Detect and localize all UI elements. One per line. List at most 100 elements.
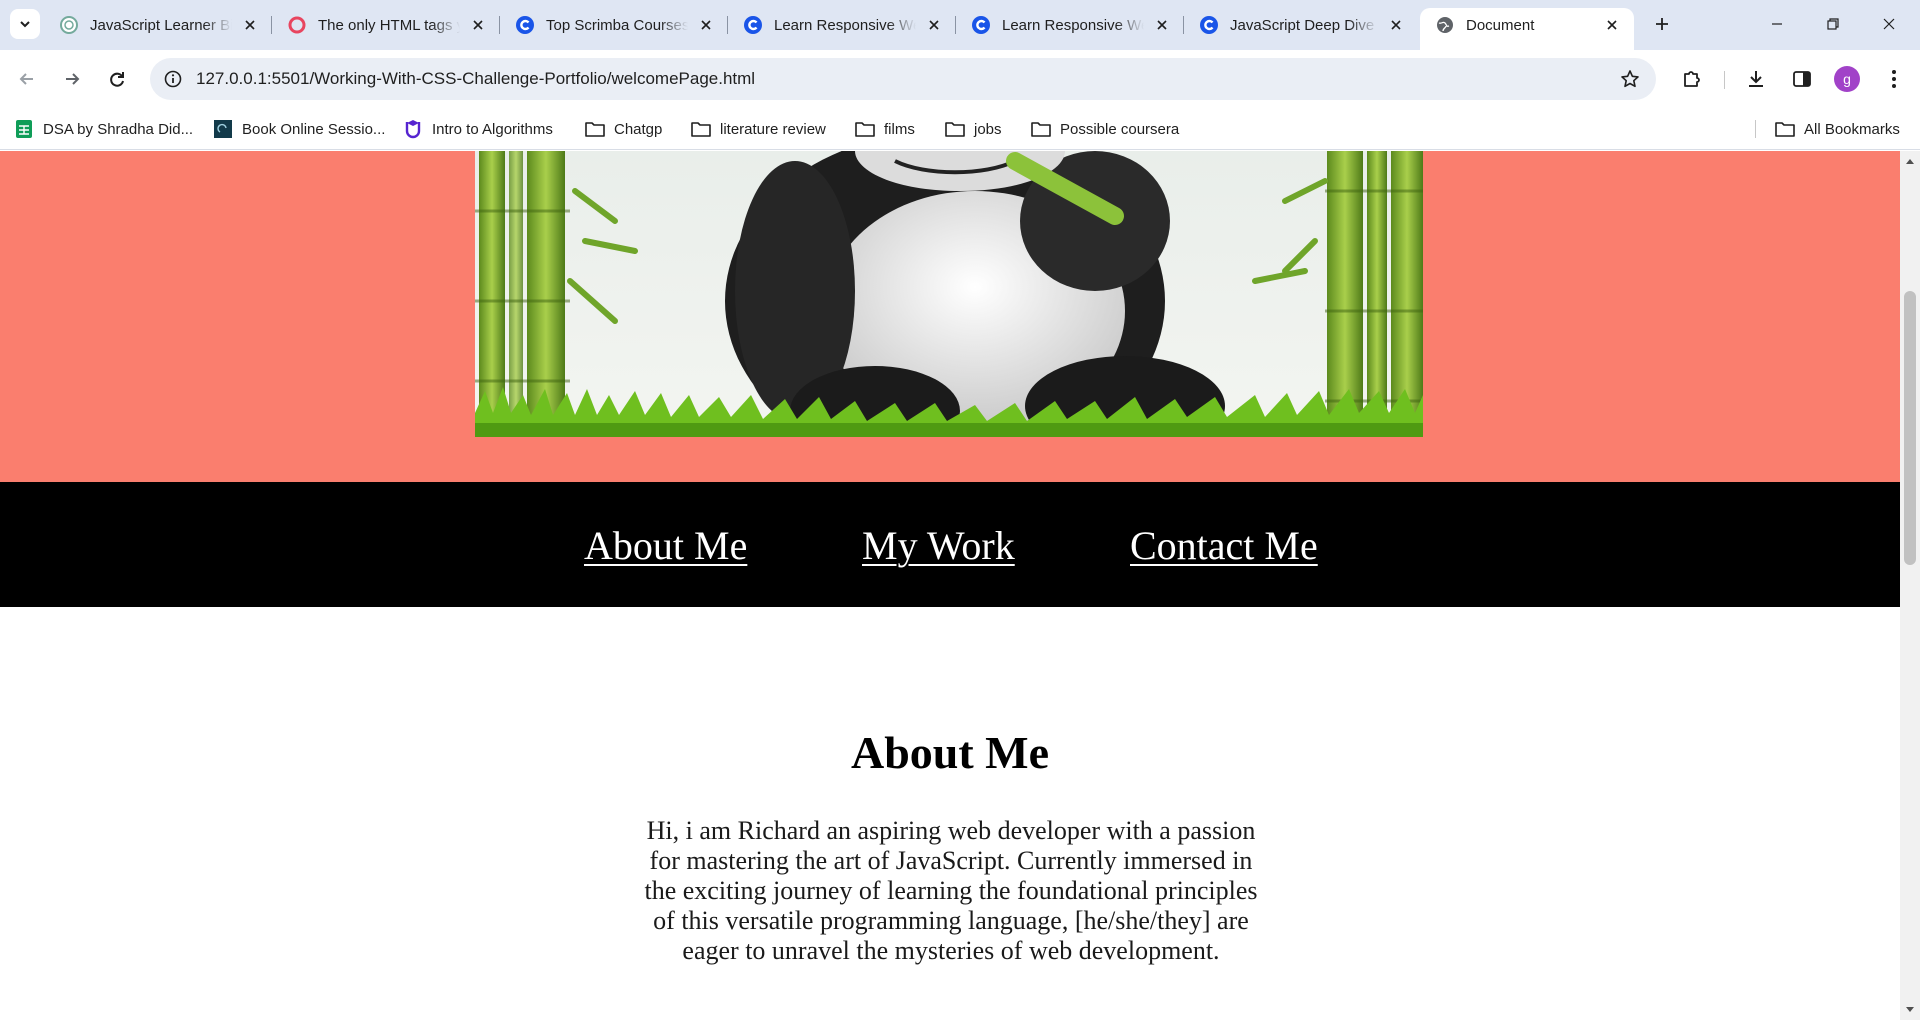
- bookmark-folder-jobs[interactable]: jobs: [945, 116, 1002, 142]
- chatgpt-icon: [60, 16, 78, 34]
- tab-title: Learn Responsive Web: [1002, 16, 1144, 34]
- tab-document[interactable]: Document: [1420, 8, 1634, 50]
- scribble-icon: [288, 16, 306, 34]
- scroll-down-arrow-icon[interactable]: [1900, 1000, 1920, 1020]
- restore-icon: [1827, 18, 1839, 30]
- bookmark-label: literature review: [720, 120, 826, 138]
- reload-button[interactable]: [100, 62, 134, 96]
- bookmark-intro-algorithms[interactable]: Intro to Algorithms: [403, 116, 553, 142]
- profile-avatar[interactable]: g: [1834, 66, 1860, 92]
- all-bookmarks-button[interactable]: All Bookmarks: [1775, 116, 1900, 142]
- bookmark-folder-possible-coursera[interactable]: Possible coursera: [1031, 116, 1179, 142]
- bookmark-folder-films[interactable]: films: [855, 116, 915, 142]
- site-icon: [213, 119, 233, 139]
- tab-javascript-learner-bio[interactable]: JavaScript Learner Bio: [44, 8, 272, 42]
- site-nav: About Me My Work Contact Me: [0, 482, 1900, 607]
- sheets-icon: [14, 119, 34, 139]
- bookmark-label: Possible coursera: [1060, 120, 1180, 138]
- download-icon: [1749, 71, 1763, 87]
- bookmark-label: All Bookmarks: [1804, 120, 1900, 138]
- scrimba-icon: [1200, 16, 1218, 34]
- page-viewport: About Me My Work Contact Me About Me Hi,…: [0, 151, 1900, 1020]
- puzzle-icon: [1684, 71, 1700, 87]
- bookmark-label: Intro to Algorithms: [432, 120, 553, 138]
- bookmark-folder-literature-review[interactable]: literature review: [691, 116, 826, 142]
- bookmarks-divider: [1755, 120, 1756, 138]
- browser-toolbar: 127.0.0.1:5501/Working-With-CSS-Challeng…: [0, 50, 1920, 108]
- back-button[interactable]: [10, 62, 44, 96]
- tab-top-scrimba-courses[interactable]: Top Scrimba Courses: [500, 8, 728, 42]
- forward-button[interactable]: [55, 62, 89, 96]
- panda-image: [475, 151, 1423, 437]
- folder-icon: [1031, 119, 1051, 139]
- nav-contact-me-link[interactable]: Contact Me: [1130, 522, 1318, 569]
- bookmark-label: films: [884, 120, 915, 138]
- folder-icon: [855, 119, 875, 139]
- about-heading: About Me: [850, 727, 1050, 778]
- close-icon[interactable]: [924, 15, 944, 35]
- scrimba-icon: [744, 16, 762, 34]
- folder-icon: [945, 119, 965, 139]
- close-icon[interactable]: [468, 15, 488, 35]
- close-icon[interactable]: [240, 15, 260, 35]
- bookmark-folder-chatgp[interactable]: Chatgp: [585, 116, 662, 142]
- nav-my-work-link[interactable]: My Work: [862, 522, 1015, 569]
- restore-button[interactable]: [1806, 6, 1860, 42]
- bookmark-label: Chatgp: [614, 120, 663, 138]
- extensions-button[interactable]: [1676, 63, 1708, 95]
- scrimba-icon: [516, 16, 534, 34]
- bookmarks-bar: DSA by Shradha Did... Book Online Sessio…: [0, 108, 1920, 150]
- close-icon[interactable]: [1602, 15, 1622, 35]
- bookmark-dsa[interactable]: DSA by Shradha Did...: [14, 116, 193, 142]
- close-icon: [1883, 18, 1895, 30]
- close-icon[interactable]: [1152, 15, 1172, 35]
- more-vert-icon: [1892, 70, 1896, 88]
- arrow-left-icon: [19, 73, 33, 85]
- close-icon[interactable]: [696, 15, 716, 35]
- tab-title: JavaScript Deep Dive: [1230, 16, 1375, 34]
- tab-html-tags[interactable]: The only HTML tags you: [272, 8, 500, 42]
- scroll-up-arrow-icon[interactable]: [1900, 151, 1920, 171]
- address-bar[interactable]: 127.0.0.1:5501/Working-With-CSS-Challeng…: [150, 58, 1656, 100]
- bookmark-label: jobs: [974, 120, 1002, 138]
- tab-title: Document: [1466, 16, 1535, 34]
- reload-icon: [110, 72, 124, 87]
- tab-title: The only HTML tags you: [318, 16, 460, 34]
- new-tab-button[interactable]: [1648, 10, 1676, 38]
- bookmark-book-online[interactable]: Book Online Sessio...: [213, 116, 385, 142]
- tab-learn-responsive-web-1[interactable]: Learn Responsive Web: [728, 8, 956, 42]
- chevron-down-icon: [20, 21, 30, 28]
- toolbar-divider: [1724, 71, 1725, 89]
- folder-icon: [691, 119, 711, 139]
- bookmark-label: DSA by Shradha Did...: [43, 120, 194, 138]
- tab-strip: JavaScript Learner Bio The only HTML tag…: [0, 0, 1920, 50]
- globe-icon: [1436, 16, 1454, 34]
- downloads-button[interactable]: [1740, 63, 1772, 95]
- bookmark-star-icon[interactable]: [1618, 67, 1642, 91]
- minimize-button[interactable]: [1750, 6, 1804, 42]
- minimize-icon: [1772, 23, 1782, 25]
- folder-icon: [1775, 119, 1795, 139]
- close-icon[interactable]: [1386, 15, 1406, 35]
- udemy-icon: [403, 119, 423, 139]
- page-scrollbar[interactable]: [1900, 151, 1920, 1020]
- tab-search-button[interactable]: [10, 9, 40, 39]
- tab-learn-responsive-web-2[interactable]: Learn Responsive Web: [956, 8, 1184, 42]
- browser-menu-button[interactable]: [1878, 63, 1910, 95]
- arrow-right-icon: [66, 73, 80, 85]
- about-text: Hi, i am Richard an aspiring web develop…: [644, 816, 1258, 965]
- tab-javascript-deep-dive[interactable]: JavaScript Deep Dive: [1184, 8, 1418, 42]
- url-text[interactable]: 127.0.0.1:5501/Working-With-CSS-Challeng…: [196, 69, 755, 89]
- site-info-icon[interactable]: [162, 68, 184, 90]
- hero-section: [0, 151, 1900, 482]
- nav-about-me-link[interactable]: About Me: [584, 522, 747, 569]
- side-panel-button[interactable]: [1786, 63, 1818, 95]
- folder-icon: [585, 119, 605, 139]
- scrimba-icon: [972, 16, 990, 34]
- close-window-button[interactable]: [1862, 6, 1916, 42]
- side-panel-icon: [1793, 71, 1811, 87]
- bookmark-label: Book Online Sessio...: [242, 120, 386, 138]
- scroll-thumb[interactable]: [1904, 291, 1916, 565]
- tab-title: Learn Responsive Web: [774, 16, 916, 34]
- tab-title: Top Scrimba Courses: [546, 16, 688, 34]
